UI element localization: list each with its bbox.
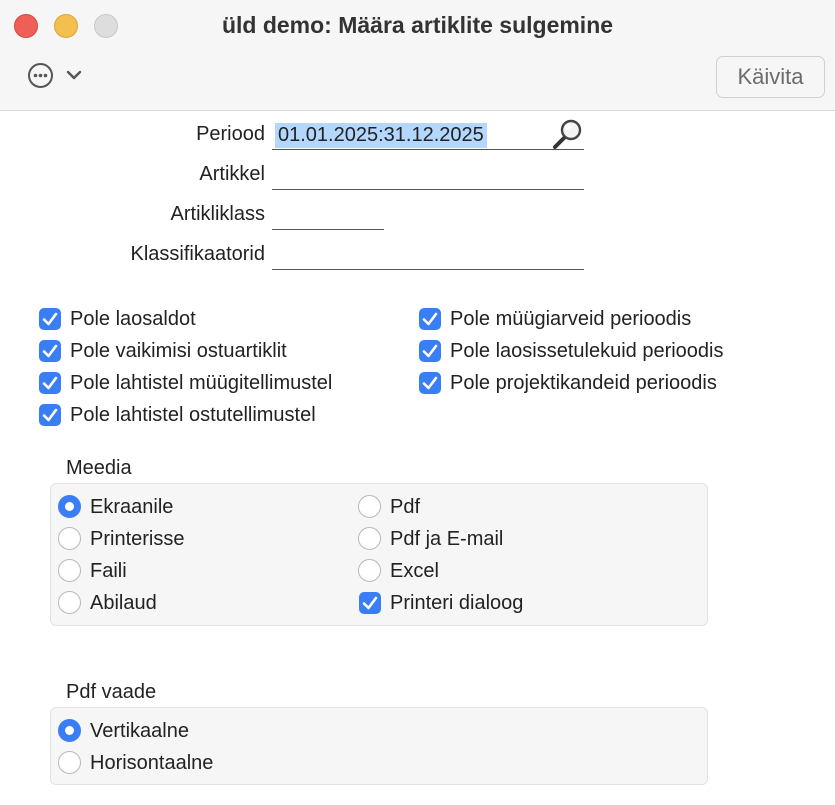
article-input[interactable] — [272, 163, 584, 190]
radio-pdf[interactable] — [358, 495, 381, 518]
radio-excel[interactable] — [358, 559, 381, 582]
radio-desktop-label: Abilaud — [90, 592, 157, 614]
checkbox-no-open-purchase-orders[interactable] — [39, 404, 61, 426]
period-label: Periood — [196, 123, 265, 145]
article-class-input[interactable] — [272, 203, 384, 230]
run-button[interactable]: Käivita — [716, 56, 825, 98]
checkbox-no-stock[interactable] — [39, 308, 61, 330]
radio-excel-label: Excel — [390, 560, 439, 582]
radio-file-label: Faili — [90, 560, 127, 582]
period-value: 01.01.2025:31.12.2025 — [275, 123, 487, 148]
period-input[interactable]: 01.01.2025:31.12.2025 — [272, 123, 584, 150]
checkbox-printer-dialog[interactable] — [359, 592, 381, 614]
ellipsis-circle-icon[interactable] — [28, 63, 53, 88]
media-group-title: Meedia — [66, 457, 132, 479]
checkbox-no-goods-receipts-label: Pole laosissetulekuid perioodis — [450, 340, 724, 362]
checkbox-no-open-sales-orders[interactable] — [39, 372, 61, 394]
article-label: Artikkel — [199, 163, 265, 185]
window-title: üld demo: Määra artiklite sulgemine — [221, 12, 614, 38]
checkbox-printer-dialog-label: Printeri dialoog — [390, 592, 524, 614]
radio-desktop[interactable] — [58, 591, 81, 614]
checkbox-no-default-purchase-item[interactable] — [39, 340, 61, 362]
checkbox-no-sales-invoices-label: Pole müügiarveid perioodis — [450, 308, 692, 330]
radio-pdf-email[interactable] — [358, 527, 381, 550]
radio-horizontal-label: Horisontaalne — [90, 752, 214, 774]
radio-printer[interactable] — [58, 527, 81, 550]
radio-pdf-label: Pdf — [390, 496, 421, 518]
article-class-label: Artikliklass — [170, 203, 265, 225]
checkbox-no-stock-label: Pole laosaldot — [70, 308, 196, 330]
classifiers-label: Klassifikaatorid — [130, 243, 265, 265]
radio-printer-label: Printerisse — [90, 528, 185, 550]
checkbox-no-default-purchase-item-label: Pole vaikimisi ostuartiklit — [70, 340, 287, 362]
checkbox-no-project-transactions[interactable] — [419, 372, 441, 394]
radio-screen-label: Ekraanile — [90, 496, 174, 518]
radio-vertical-label: Vertikaalne — [90, 720, 189, 742]
pdf-view-group-title: Pdf vaade — [66, 681, 157, 703]
classifiers-input[interactable] — [272, 243, 584, 270]
radio-pdf-email-label: Pdf ja E-mail — [390, 528, 504, 550]
radio-file[interactable] — [58, 559, 81, 582]
checkbox-no-project-transactions-label: Pole projektikandeid perioodis — [450, 372, 717, 394]
radio-horizontal[interactable] — [58, 751, 81, 774]
magnifier-icon[interactable] — [551, 117, 585, 156]
checkbox-no-open-purchase-orders-label: Pole lahtistel ostutellimustel — [70, 404, 316, 426]
checkbox-no-open-sales-orders-label: Pole lahtistel müügitellimustel — [70, 372, 333, 394]
radio-vertical[interactable] — [58, 719, 81, 742]
checkbox-no-sales-invoices[interactable] — [419, 308, 441, 330]
chevron-down-icon[interactable] — [66, 68, 82, 87]
radio-screen[interactable] — [58, 495, 81, 518]
checkbox-no-goods-receipts[interactable] — [419, 340, 441, 362]
